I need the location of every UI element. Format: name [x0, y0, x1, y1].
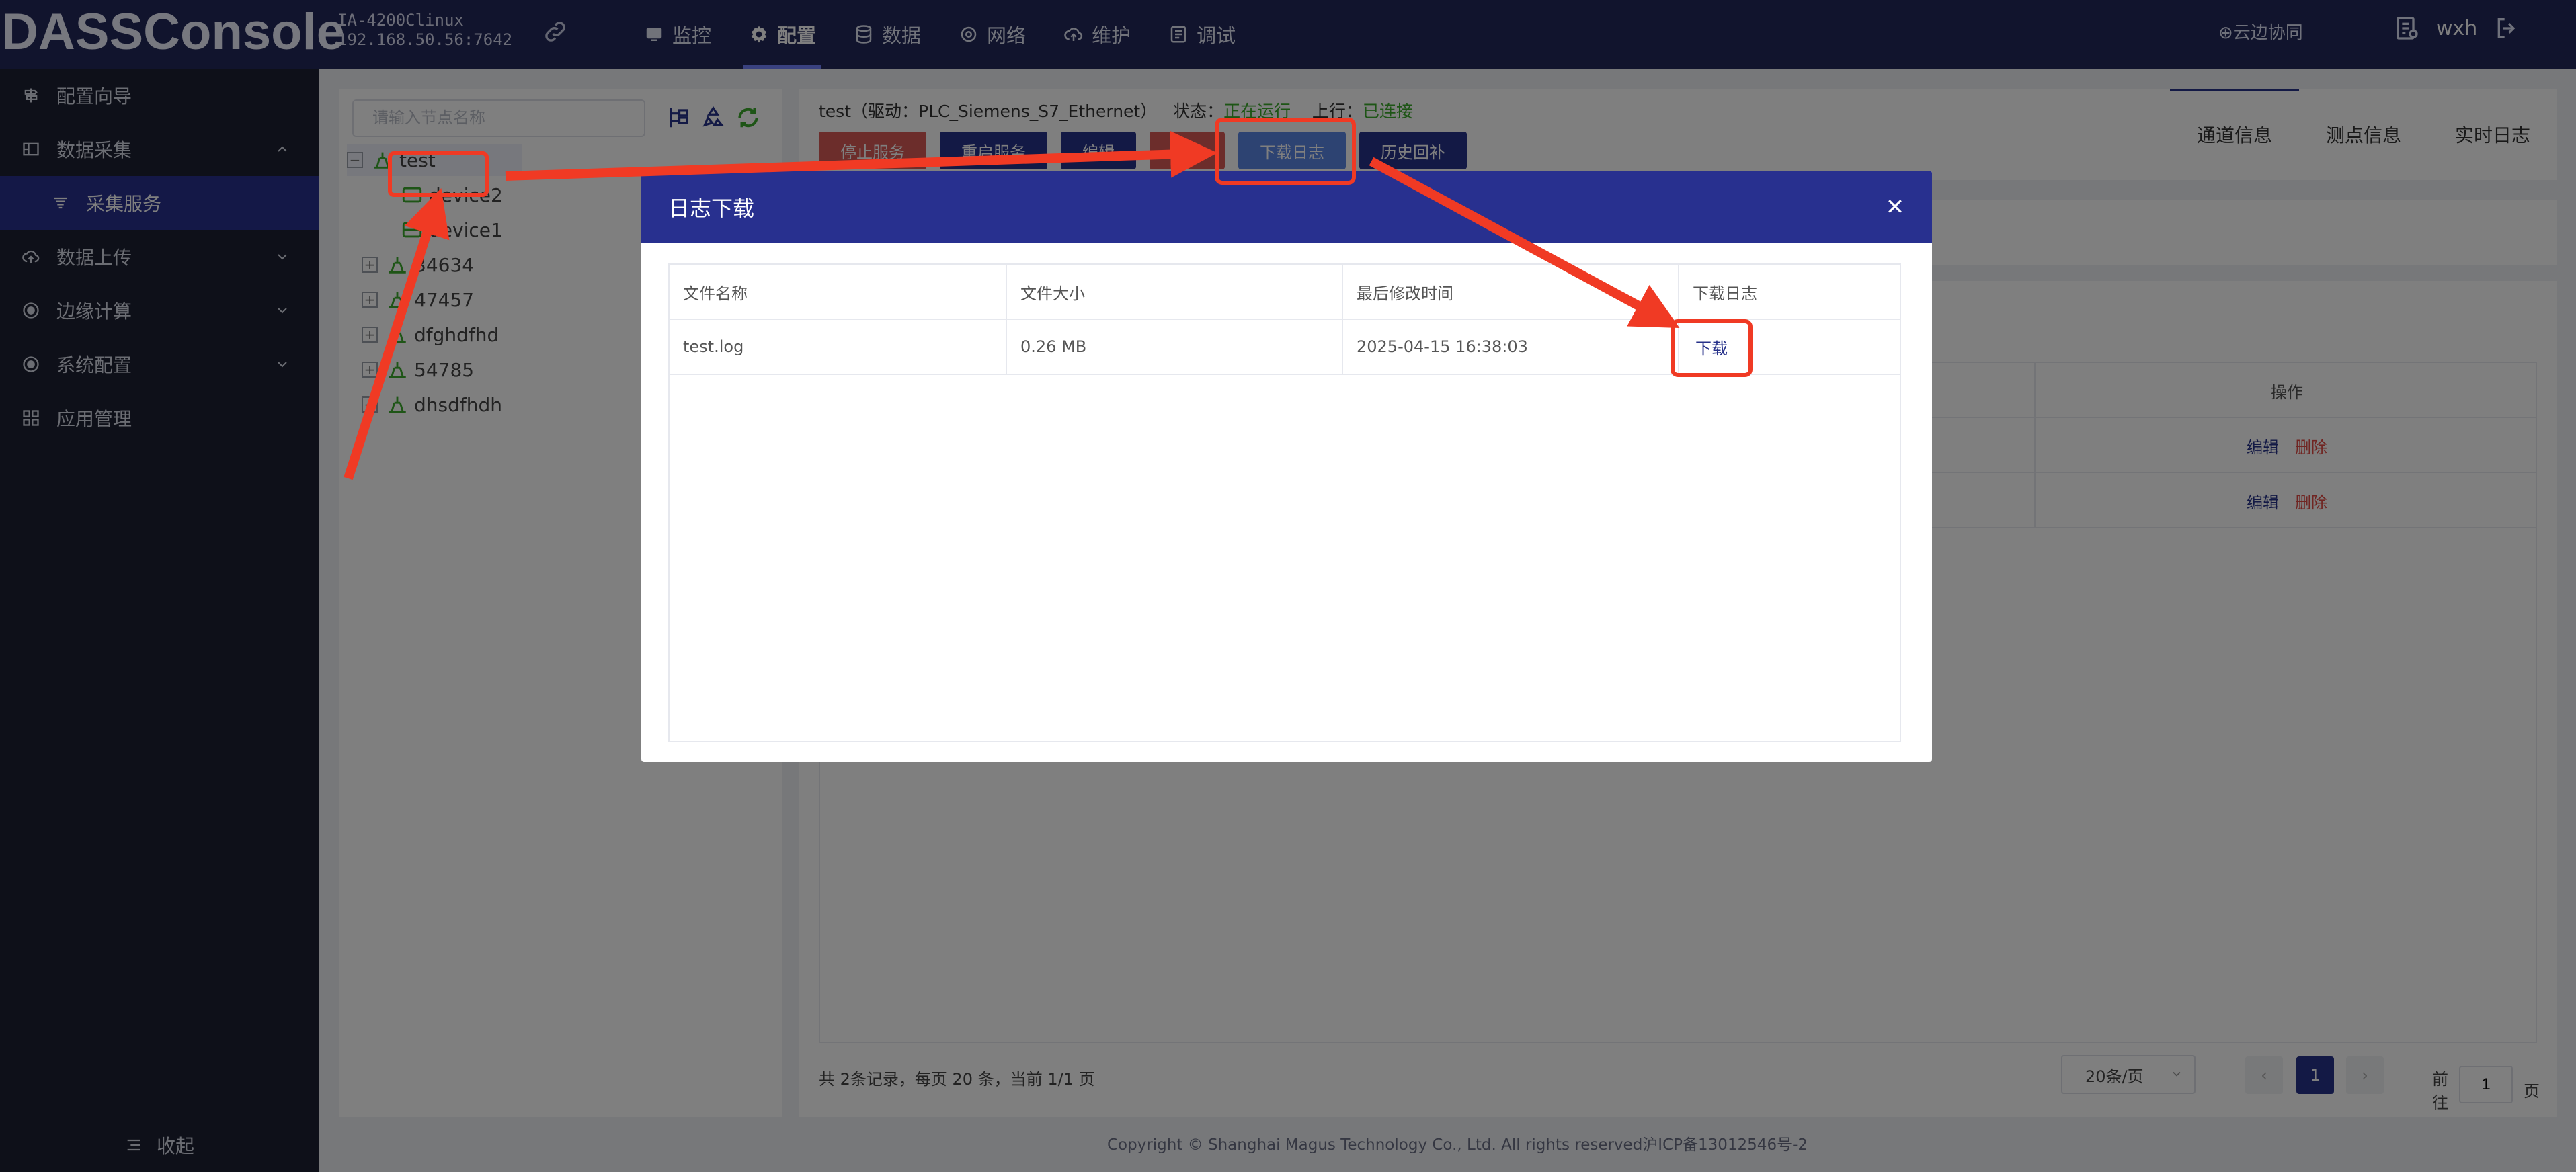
- column-header: 最后修改时间: [1343, 265, 1679, 319]
- download-link[interactable]: 下载: [1695, 335, 1728, 359]
- dialog-title: 日志下载: [668, 196, 755, 221]
- file-size: 0.26 MB: [1007, 320, 1343, 374]
- column-header: 文件大小: [1007, 265, 1343, 319]
- close-icon[interactable]: [1885, 196, 1905, 216]
- log-file-table: 文件名称 文件大小 最后修改时间 下载日志 test.log 0.26 MB 2…: [668, 263, 1901, 742]
- file-modified: 2025-04-15 16:38:03: [1343, 320, 1679, 374]
- column-header: 下载日志: [1693, 284, 1757, 303]
- download-cell: 下载: [1679, 320, 1900, 374]
- dialog-header: 日志下载: [641, 171, 1932, 243]
- log-download-dialog: 日志下载 文件名称 文件大小 最后修改时间 下载日志 test.log 0.26…: [641, 171, 1932, 762]
- table-header: 文件名称 文件大小 最后修改时间 下载日志: [670, 265, 1900, 320]
- table-row: test.log 0.26 MB 2025-04-15 16:38:03 下载: [670, 320, 1900, 375]
- column-header: 文件名称: [670, 265, 1007, 319]
- file-name: test.log: [670, 320, 1007, 374]
